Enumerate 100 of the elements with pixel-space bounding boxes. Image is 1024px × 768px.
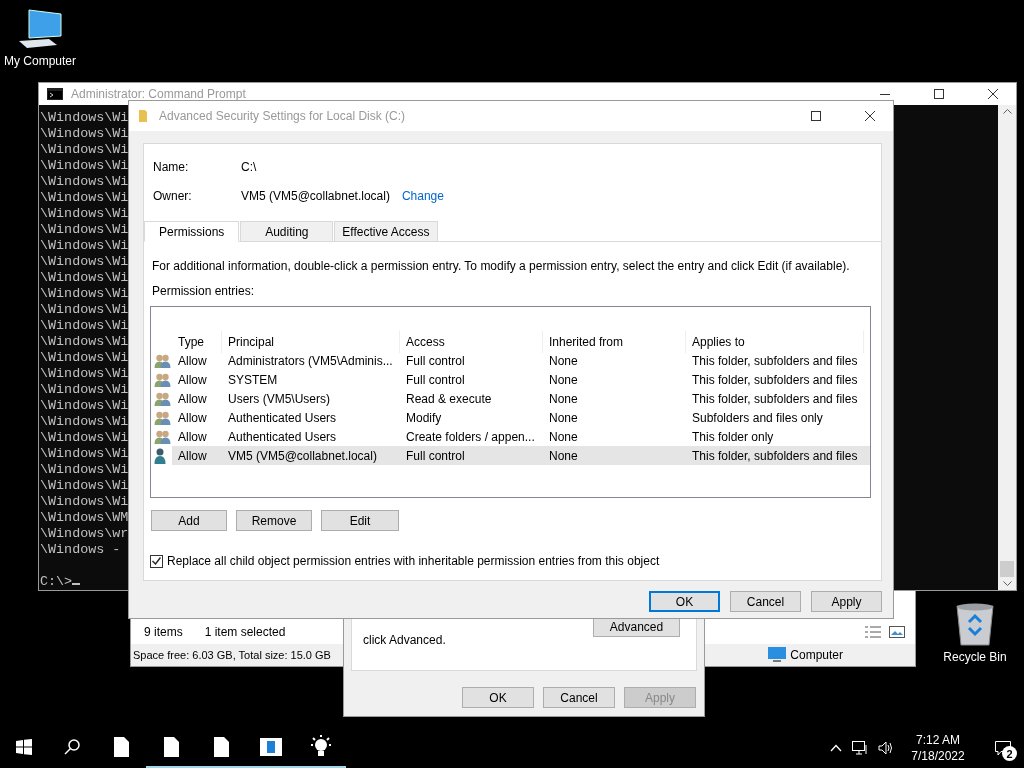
entry-button[interactable]: Remove: [236, 510, 312, 531]
table-cell-text: None: [548, 410, 579, 425]
table-cell-text: Allow: [177, 429, 208, 444]
table-cell-text: None: [548, 391, 579, 406]
permission-entry[interactable]: Allow Administrators (VM5\Adminis... Full control None This folder, subfolders and files: [172, 351, 870, 370]
console-line: \Windows\Wi: [40, 254, 129, 270]
column-header[interactable]: Type: [172, 330, 222, 353]
console-line: \Windows\Wi: [40, 414, 129, 430]
table-cell-text: This folder, subfolders and files: [691, 372, 859, 387]
document-icon: [163, 737, 179, 757]
column-header[interactable]: Inherited from: [543, 330, 686, 353]
table-cell-text: None: [548, 448, 579, 463]
scroll-down-icon[interactable]: [1002, 581, 1012, 587]
console-line: \Windows\Wi: [40, 366, 129, 382]
users-icon: [154, 391, 171, 406]
users-icon: [154, 353, 171, 368]
document-icon: [113, 737, 129, 757]
table-cell-text: None: [548, 429, 579, 444]
table-cell-text: Full control: [405, 372, 466, 387]
console-line: \Windows\Wi: [40, 350, 129, 366]
table-cell-text: Administrators (VM5\Adminis...: [227, 353, 394, 368]
table-cell-text: Create folders / appen...: [405, 429, 536, 444]
console-line: \Windows\Wi: [40, 158, 129, 174]
permission-entry[interactable]: Allow Authenticated Users Create folders / appen... None This folder only: [172, 427, 870, 446]
space-status: Space free: 6.03 GB, Total size: 15.0 GB: [133, 649, 331, 661]
table-cell-text: Full control: [405, 448, 466, 463]
console-icon: [47, 88, 63, 100]
notification-count: 2: [1002, 746, 1017, 761]
console-line: \Windows\Wi: [40, 222, 129, 238]
user-icon: [154, 448, 166, 464]
network-icon[interactable]: [852, 741, 868, 755]
permission-entry[interactable]: Allow SYSTEM Full control None This folder, subfolders and files: [172, 370, 870, 389]
scrollbar[interactable]: [998, 105, 1016, 590]
entries-label: Permission entries:: [152, 284, 256, 298]
computer-icon[interactable]: [17, 8, 63, 50]
close-icon: [865, 111, 875, 121]
permission-entry[interactable]: Allow Authenticated Users Modify None Subfolders and files only: [172, 408, 870, 427]
minimize-icon: [880, 93, 890, 95]
selection-count: 1 item selected: [204, 625, 286, 639]
tab[interactable]: Permissions: [144, 221, 240, 242]
console-line: \Windows\Wi: [40, 110, 129, 126]
owner-label: Owner:: [153, 188, 193, 203]
window-title: Administrator: Command Prompt: [71, 87, 247, 101]
desktop-icon-label[interactable]: My Computer: [4, 54, 76, 68]
name-label: Name:: [153, 159, 190, 174]
dialog-button[interactable]: OK: [462, 687, 534, 708]
change-link[interactable]: Change: [401, 188, 444, 203]
column-header[interactable]: Principal: [222, 330, 400, 353]
tab[interactable]: Auditing: [240, 221, 334, 241]
console-line: \Windows\Wi: [40, 334, 129, 350]
item-count: 9 items: [144, 625, 183, 639]
console-line: \Windows\Wi: [40, 206, 129, 222]
chevron-up-icon[interactable]: [830, 744, 842, 752]
table-cell-text: Modify: [405, 410, 443, 425]
permission-entry[interactable]: Allow VM5 (VM5@collabnet.local) Full control None This folder, subfolders and files: [172, 446, 870, 465]
document-icon: [213, 737, 229, 757]
table-cell-text: Allow: [177, 448, 208, 463]
maximize-icon: [934, 89, 944, 99]
console-line: \Windows\Wi: [40, 270, 129, 286]
table-cell-text: Allow: [177, 391, 208, 406]
search-icon: [64, 739, 80, 755]
users-icon: [154, 410, 171, 425]
clock[interactable]: 7:12 AM 7/18/2022: [904, 732, 972, 764]
dialog-button[interactable]: Cancel: [543, 687, 615, 708]
column-header[interactable]: Access: [400, 330, 543, 353]
dialog-button[interactable]: Cancel: [730, 591, 801, 612]
console-line: \Windows\Wi: [40, 174, 129, 190]
volume-icon[interactable]: [878, 741, 894, 755]
entry-button[interactable]: Add: [151, 510, 227, 531]
table-cell-text: Allow: [177, 353, 208, 368]
scroll-up-icon[interactable]: [1002, 108, 1012, 114]
console-line: \Windows\Wi: [40, 126, 129, 142]
thumbnail-view-icon[interactable]: [889, 626, 905, 638]
table-cell-text: None: [548, 372, 579, 387]
location-label: Computer: [790, 648, 843, 662]
message-icon: [995, 740, 1011, 756]
console-line: \Windows\Wi: [40, 286, 129, 302]
console-line: \Windows\Wi: [40, 462, 129, 478]
desktop-icon-label[interactable]: Recycle Bin: [943, 650, 1007, 664]
table-cell-text: Allow: [177, 372, 208, 387]
permission-entry[interactable]: Allow Users (VM5\Users) Read & execute None This folder, subfolders and files: [172, 389, 870, 408]
recycle-bin-icon[interactable]: [955, 602, 995, 646]
scroll-thumb[interactable]: [1000, 561, 1014, 577]
replace-checkbox[interactable]: [150, 554, 163, 568]
users-icon: [154, 429, 171, 444]
table-cell-text: Authenticated Users: [227, 429, 338, 444]
table-cell-text: Full control: [405, 353, 466, 368]
console-line: \Windows\Wi: [40, 398, 129, 414]
tab[interactable]: Effective Access: [334, 221, 438, 241]
column-header[interactable]: Applies to: [686, 330, 864, 353]
dialog-button[interactable]: OK: [649, 591, 720, 612]
console-line: \Windows\Wi: [40, 478, 129, 494]
window-icon: [260, 738, 282, 756]
console-line: \Windows\Wi: [40, 446, 129, 462]
windows-icon: [16, 739, 32, 755]
dialog-button[interactable]: Apply: [811, 591, 882, 612]
table-cell-text: This folder, subfolders and files: [691, 391, 859, 406]
notifications-button[interactable]: 2: [982, 728, 1024, 768]
entry-button[interactable]: Edit: [321, 510, 399, 531]
table-cell-text: This folder only: [691, 429, 775, 444]
